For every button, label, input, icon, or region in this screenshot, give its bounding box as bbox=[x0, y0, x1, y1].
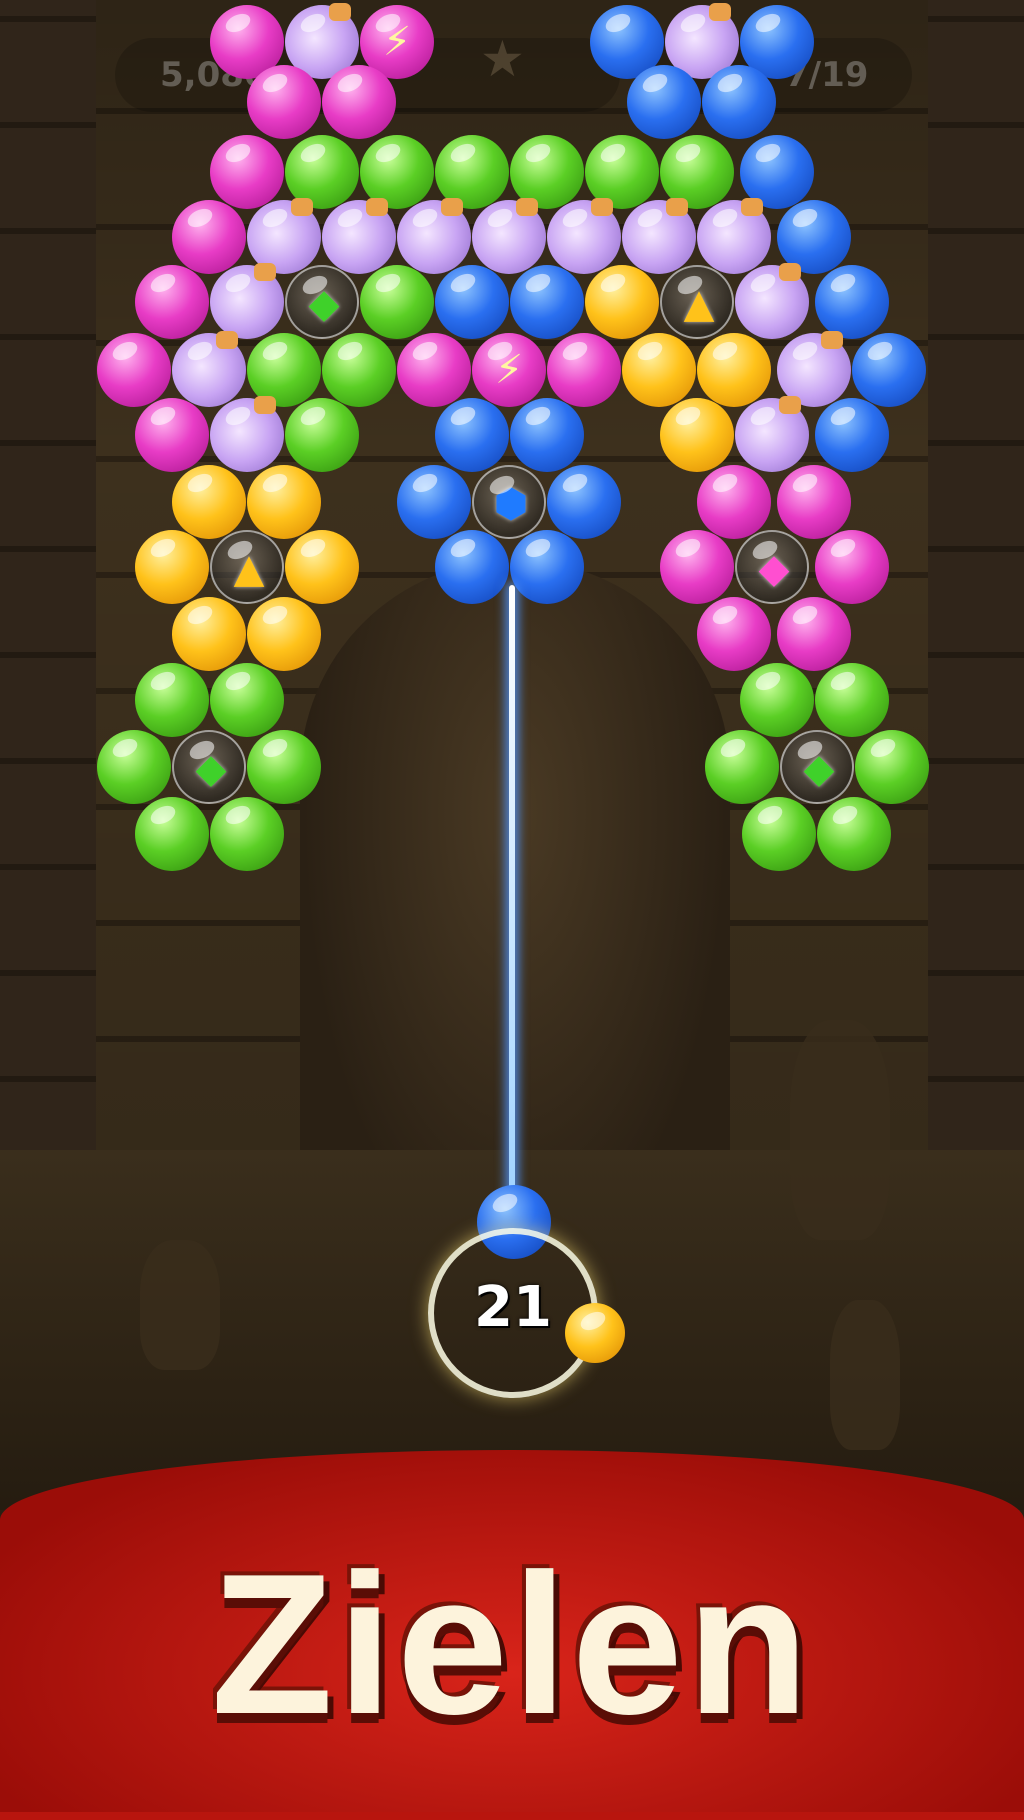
gem-bubble: ◆ bbox=[735, 530, 809, 604]
green-bubble bbox=[97, 730, 171, 804]
green-bubble bbox=[742, 797, 816, 871]
potion-bubble bbox=[210, 263, 284, 339]
blue-bubble bbox=[397, 465, 471, 539]
blue-bubble bbox=[510, 265, 584, 339]
gem-bubble: ▲ bbox=[210, 530, 284, 604]
yellow-bubble bbox=[622, 333, 696, 407]
blue-bubble bbox=[435, 530, 509, 604]
pink-gem-icon: ◆ bbox=[758, 546, 790, 592]
magenta-bubble bbox=[547, 333, 621, 407]
magenta-bubble bbox=[322, 65, 396, 139]
green-bubble bbox=[135, 663, 209, 737]
magenta-bubble bbox=[97, 333, 171, 407]
lightning-bubble: ⚡ bbox=[472, 333, 546, 407]
magenta-bubble bbox=[210, 135, 284, 209]
gem-bubble: ◆ bbox=[285, 265, 359, 339]
magenta-bubble bbox=[697, 465, 771, 539]
gem-bubble: ⬢ bbox=[472, 465, 546, 539]
game-stage[interactable]: 5,080 ★ ★ 7/19 ⚡◆▲⚡⬢▲◆◆◆ 21 Zielen bbox=[0, 0, 1024, 1820]
magenta-bubble bbox=[660, 530, 734, 604]
moves-counter: 21 bbox=[474, 1275, 552, 1340]
potion-bubble bbox=[547, 198, 621, 274]
blue-bubble bbox=[510, 530, 584, 604]
yellow-gem-icon: ▲ bbox=[683, 281, 715, 327]
potion-bubble bbox=[697, 198, 771, 274]
potion-bubble bbox=[172, 331, 246, 407]
green-gem-icon: ◆ bbox=[803, 746, 835, 792]
green-gem-icon: ◆ bbox=[308, 281, 340, 327]
yellow-bubble bbox=[660, 398, 734, 472]
potion-bubble bbox=[735, 396, 809, 472]
blue-gem-icon: ⬢ bbox=[493, 481, 529, 527]
blue-bubble bbox=[815, 265, 889, 339]
green-bubble bbox=[210, 663, 284, 737]
aim-line bbox=[509, 585, 515, 1205]
magenta-bubble bbox=[135, 398, 209, 472]
green-bubble bbox=[285, 398, 359, 472]
banner-title: Zielen bbox=[211, 1533, 813, 1756]
potion-bubble bbox=[735, 263, 809, 339]
yellow-bubble bbox=[247, 597, 321, 671]
yellow-bubble bbox=[285, 530, 359, 604]
potion-bubble bbox=[210, 396, 284, 472]
yellow-bubble bbox=[697, 333, 771, 407]
vase-left bbox=[140, 1240, 220, 1370]
potion-bubble bbox=[397, 198, 471, 274]
blue-bubble bbox=[547, 465, 621, 539]
magenta-bubble bbox=[397, 333, 471, 407]
yellow-bubble bbox=[585, 265, 659, 339]
vase-right-back bbox=[790, 1020, 890, 1240]
potion-bubble bbox=[472, 198, 546, 274]
yellow-bubble bbox=[135, 530, 209, 604]
gem-bubble: ▲ bbox=[660, 265, 734, 339]
green-bubble bbox=[247, 730, 321, 804]
yellow-bubble bbox=[172, 465, 246, 539]
potion-bubble bbox=[322, 198, 396, 274]
potion-bubble bbox=[622, 198, 696, 274]
blue-bubble bbox=[815, 398, 889, 472]
green-bubble bbox=[322, 333, 396, 407]
green-bubble bbox=[815, 663, 889, 737]
blue-bubble bbox=[510, 398, 584, 472]
magenta-bubble bbox=[777, 465, 851, 539]
green-bubble bbox=[360, 265, 434, 339]
blue-bubble bbox=[852, 333, 926, 407]
gem-bubble: ◆ bbox=[780, 730, 854, 804]
magenta-bubble bbox=[777, 597, 851, 671]
yellow-bubble bbox=[172, 597, 246, 671]
green-gem-icon: ◆ bbox=[195, 746, 227, 792]
green-bubble bbox=[210, 797, 284, 871]
magenta-bubble bbox=[815, 530, 889, 604]
star-icon: ★ bbox=[480, 30, 525, 88]
blue-bubble bbox=[435, 398, 509, 472]
green-bubble bbox=[855, 730, 929, 804]
green-bubble bbox=[135, 797, 209, 871]
gem-bubble: ◆ bbox=[172, 730, 246, 804]
next-bubble[interactable] bbox=[565, 1303, 625, 1363]
blue-bubble bbox=[702, 65, 776, 139]
green-bubble bbox=[705, 730, 779, 804]
vase-right bbox=[830, 1300, 900, 1450]
yellow-bubble bbox=[247, 465, 321, 539]
lightning-icon: ⚡ bbox=[494, 347, 524, 393]
green-bubble bbox=[740, 663, 814, 737]
magenta-bubble bbox=[172, 200, 246, 274]
magenta-bubble bbox=[247, 65, 321, 139]
yellow-gem-icon: ▲ bbox=[233, 546, 265, 592]
blue-bubble bbox=[435, 265, 509, 339]
green-bubble bbox=[817, 797, 891, 871]
magenta-bubble bbox=[135, 265, 209, 339]
blue-bubble bbox=[627, 65, 701, 139]
magenta-bubble bbox=[697, 597, 771, 671]
